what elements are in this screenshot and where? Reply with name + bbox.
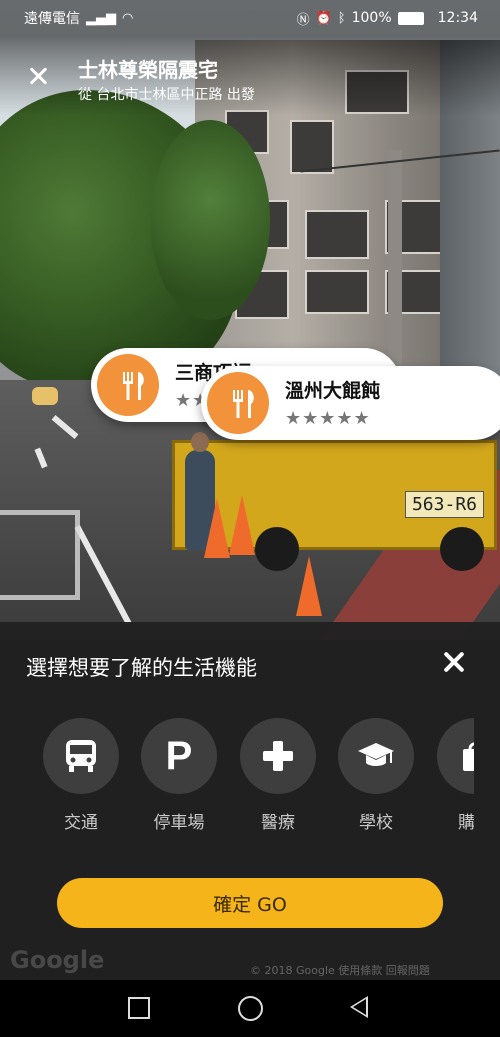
category-list[interactable]: 交通 P 停車場 醫療 學校 購: [0, 718, 474, 838]
carrier-label: 遠傳電信: [24, 11, 80, 27]
bus-icon: [43, 718, 119, 794]
copyright-links[interactable]: © 2018 Google 使用條款 回報問題: [250, 962, 430, 978]
category-shopping[interactable]: 購物: [425, 718, 474, 833]
category-label: 購物: [458, 813, 474, 833]
truck-wheel: [255, 527, 299, 571]
home-icon[interactable]: [238, 996, 263, 1021]
fork-knife-icon: [233, 390, 254, 418]
rating-stars: ★★★★★: [285, 408, 371, 429]
traffic-cone: [204, 498, 230, 558]
category-label: 交通: [64, 813, 98, 833]
restaurant-icon-badge: [97, 354, 159, 416]
signal-icon: ▂▄▆: [86, 10, 116, 26]
alarm-icon: ⏰: [315, 10, 332, 26]
panel-title: 選擇想要了解的生活機能: [26, 656, 257, 680]
battery-icon: [397, 11, 424, 25]
google-watermark: Google: [10, 946, 105, 974]
bluetooth-icon: ᛒ: [337, 10, 346, 26]
truck-wheel: [440, 527, 484, 571]
traffic-cone: [229, 495, 255, 555]
category-label: 醫療: [261, 813, 295, 833]
parking-icon: P: [141, 718, 217, 794]
car: [32, 387, 58, 405]
truck-plate: 563-R6: [404, 491, 484, 518]
close-icon[interactable]: [440, 648, 468, 676]
wifi-icon: ◠: [122, 10, 134, 26]
page-subtitle: 從 台北市士林區中正路 出發: [78, 87, 255, 103]
category-label: 學校: [359, 813, 393, 833]
category-parking[interactable]: P 停車場: [129, 718, 229, 833]
close-icon[interactable]: [24, 62, 54, 92]
page-title: 士林尊榮隔震宅: [78, 58, 218, 82]
traffic-cone: [296, 556, 322, 616]
shopping-bag-icon: [437, 718, 474, 794]
nfc-icon: Ⓝ: [296, 12, 310, 28]
restaurant-icon-badge: [207, 372, 269, 434]
fork-knife-icon: [123, 372, 144, 400]
battery-percent: 100%: [351, 10, 392, 26]
recent-apps-icon[interactable]: [128, 997, 150, 1019]
amenities-panel: 選擇想要了解的生活機能 交通 P 停車場 醫療 學校 購 確定 GO: [0, 622, 500, 980]
road-marking: [0, 510, 80, 600]
medical-cross-icon: [240, 718, 316, 794]
place-name: 溫州大餛飩: [285, 380, 381, 402]
category-transport[interactable]: 交通: [31, 718, 131, 833]
category-medical[interactable]: 醫療: [228, 718, 328, 833]
clock: 12:34: [437, 10, 478, 26]
trees: [150, 120, 270, 320]
status-bar: 遠傳電信 ▂▄▆ ◠ Ⓝ ⏰ ᛒ 100% 12:34: [0, 0, 500, 36]
back-icon[interactable]: [350, 996, 368, 1018]
confirm-go-button[interactable]: 確定 GO: [57, 878, 443, 928]
system-nav-bar: [0, 980, 500, 1037]
category-school[interactable]: 學校: [326, 718, 426, 833]
header: 士林尊榮隔震宅 從 台北市士林區中正路 出發: [0, 36, 500, 116]
graduation-cap-icon: [338, 718, 414, 794]
place-card[interactable]: 溫州大餛飩 ★★★★★: [201, 366, 500, 440]
category-label: 停車場: [153, 813, 205, 833]
